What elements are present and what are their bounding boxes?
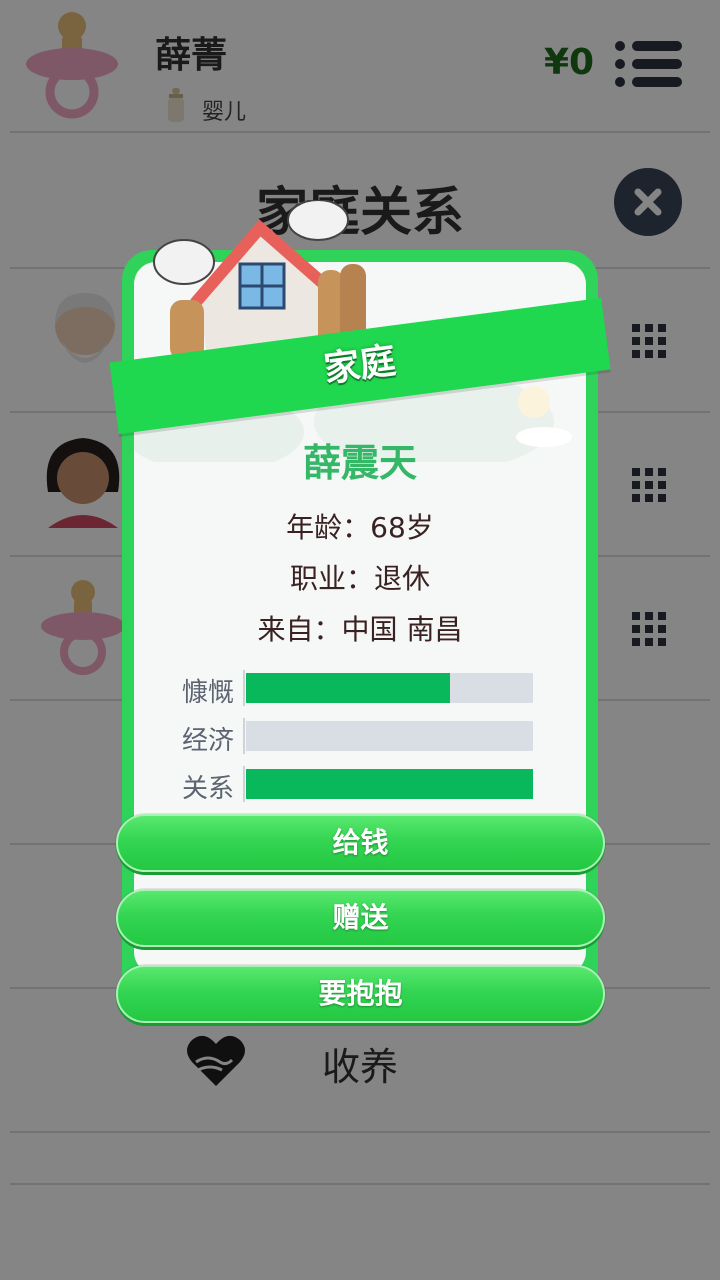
member-name: 薛震天 (302, 441, 417, 485)
give-gift-button[interactable]: 赠送 (116, 889, 605, 947)
stat-label-generosity: 慷慨 (182, 678, 235, 708)
member-job: 职业：退休 (289, 562, 430, 595)
stat-fill-generosity (246, 673, 450, 703)
stat-bar-relationship (246, 769, 533, 799)
stat-fill-relationship (246, 769, 533, 799)
member-origin: 来自：中国 南昌 (257, 613, 463, 646)
stat-bar-generosity (246, 673, 533, 703)
stat-label-relationship: 关系 (182, 774, 235, 804)
member-age: 年龄：68岁 (286, 511, 434, 544)
stat-tick (243, 766, 245, 802)
stat-label-economy: 经济 (182, 726, 235, 756)
ask-hug-button[interactable]: 要抱抱 (116, 965, 605, 1023)
stat-bar-economy (246, 721, 533, 751)
give-money-button[interactable]: 给钱 (116, 814, 605, 872)
stat-tick (243, 718, 245, 754)
stat-tick (243, 670, 245, 706)
